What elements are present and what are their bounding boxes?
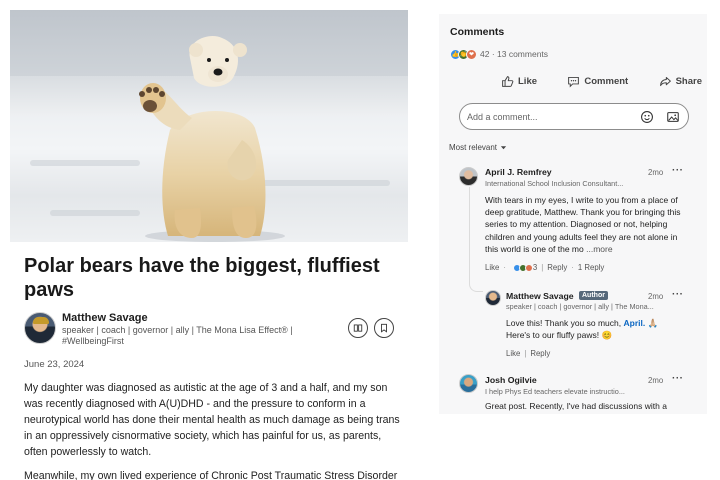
comment-time: 2mo bbox=[648, 292, 664, 301]
author-badge: Author bbox=[579, 291, 608, 300]
love-reaction-icon: ❤ bbox=[466, 48, 477, 60]
share-button[interactable]: Share bbox=[657, 71, 704, 91]
reaction-count: 42 · 13 comments bbox=[480, 49, 549, 59]
comment-options-icon[interactable]: ··· bbox=[672, 373, 684, 384]
comment-reactions-icon bbox=[512, 263, 533, 272]
comment-button[interactable]: Comment bbox=[565, 71, 630, 91]
save-article-button[interactable] bbox=[374, 318, 394, 338]
comment-footer: Like · 3 | Reply · 1 Reply bbox=[485, 263, 605, 272]
caret-down-icon bbox=[500, 146, 507, 150]
sort-label: Most relevant bbox=[449, 143, 498, 152]
bookmark-icon bbox=[381, 323, 387, 333]
mention-link[interactable]: April. bbox=[624, 318, 646, 328]
see-more-link[interactable]: ...more bbox=[586, 244, 612, 254]
article-body: My daughter was diagnosed as autistic at… bbox=[24, 380, 400, 480]
comment-like-button[interactable]: Like bbox=[485, 263, 499, 272]
comment-text: With tears in my eyes, I write to you fr… bbox=[485, 195, 681, 254]
share-label: Share bbox=[675, 75, 702, 87]
hero-image bbox=[10, 10, 408, 242]
comment-text: Love this! Thank you so much, April. 🙏🏼 … bbox=[506, 318, 659, 341]
commenter-avatar[interactable] bbox=[485, 290, 501, 306]
add-comment-input[interactable] bbox=[467, 108, 627, 125]
commenter-headline: I help Phys Ed teachers elevate instruct… bbox=[485, 387, 625, 396]
comment-reply-count[interactable]: 1 Reply bbox=[578, 263, 604, 272]
comments-panel: Comments 👍 👏 ❤ 42 · 13 comments Like Com… bbox=[439, 14, 707, 414]
comment-time: 2mo bbox=[648, 168, 664, 177]
like-label: Like bbox=[518, 75, 538, 87]
comment-text: Great post. Recently, I've had discussio… bbox=[485, 401, 667, 411]
article-paragraph: My daughter was diagnosed as autistic at… bbox=[24, 382, 400, 458]
comment-reaction-count[interactable]: 3 bbox=[533, 263, 537, 272]
commenter-headline: International School Inclusion Consultan… bbox=[485, 179, 624, 188]
commenter-name[interactable]: April J. Remfrey bbox=[485, 167, 552, 177]
polar-bear-illustration bbox=[139, 36, 285, 242]
comment-like-button[interactable]: Like bbox=[506, 349, 520, 358]
subscribe-newsletter-button[interactable] bbox=[348, 318, 368, 338]
comment-time: 2mo bbox=[648, 376, 664, 385]
emoji-icon[interactable] bbox=[640, 110, 654, 124]
author-name[interactable]: Matthew Savage bbox=[62, 312, 148, 324]
share-arrow-icon bbox=[659, 76, 671, 86]
comment-reply-button[interactable]: Reply bbox=[530, 349, 550, 358]
commenter-name[interactable]: Josh Ogilvie bbox=[485, 375, 537, 385]
author-avatar[interactable] bbox=[24, 312, 56, 344]
comments-title: Comments bbox=[450, 26, 505, 38]
comment-reply-button[interactable]: Reply bbox=[547, 263, 567, 272]
add-comment-box bbox=[459, 103, 689, 130]
commenter-avatar[interactable] bbox=[459, 374, 478, 393]
article-title: Polar bears have the biggest, fluffiest … bbox=[24, 255, 380, 301]
comment-options-icon[interactable]: ··· bbox=[672, 289, 684, 300]
commenter-avatar[interactable] bbox=[459, 167, 478, 186]
like-button[interactable]: Like bbox=[499, 71, 539, 91]
sort-dropdown[interactable]: Most relevant bbox=[449, 143, 507, 152]
comment-footer: Like | Reply bbox=[506, 349, 551, 358]
commenter-headline: speaker | coach | governor | ally | The … bbox=[506, 302, 654, 311]
comment-options-icon[interactable]: ··· bbox=[672, 165, 684, 176]
article-date: June 23, 2024 bbox=[24, 359, 85, 370]
comment-icon bbox=[568, 76, 580, 88]
newsletter-icon bbox=[353, 324, 363, 332]
comment-label: Comment bbox=[584, 75, 629, 87]
thumbs-up-icon bbox=[502, 75, 514, 87]
reaction-summary[interactable]: 👍 👏 ❤ 42 · 13 comments bbox=[450, 48, 548, 60]
commenter-name[interactable]: Matthew Savage bbox=[506, 291, 574, 301]
author-row: Matthew Savage speaker | coach | governo… bbox=[24, 312, 404, 348]
action-bar: Like Comment Share bbox=[499, 71, 704, 91]
article-paragraph: Meanwhile, my own lived experience of Ch… bbox=[24, 470, 398, 480]
author-headline: speaker | coach | governor | ally | The … bbox=[62, 325, 293, 346]
image-upload-icon[interactable] bbox=[666, 110, 680, 124]
